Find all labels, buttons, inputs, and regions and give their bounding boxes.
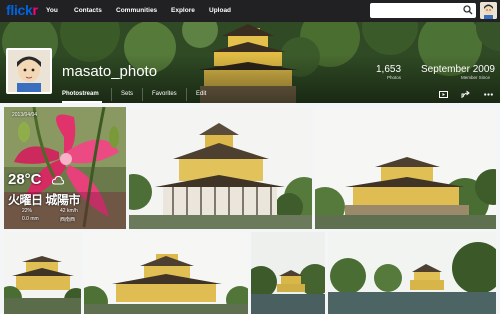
- weather-wind-speed: 42 km/h: [60, 208, 78, 214]
- photos-count-label: Photos: [387, 75, 402, 80]
- photo-kinkakuji-6[interactable]: [328, 232, 496, 314]
- top-nav: flickr You Contacts Communities Explore …: [0, 0, 500, 22]
- weather-rain: 0.0 mm: [22, 216, 39, 222]
- user-avatar-small[interactable]: [480, 2, 497, 19]
- photo-kinkakuji-5[interactable]: [251, 232, 325, 314]
- tab-edit[interactable]: Edit: [196, 91, 206, 97]
- share-icon[interactable]: [461, 90, 470, 99]
- profile-username: masato_photo: [62, 63, 158, 80]
- photos-count: 1,653: [376, 64, 402, 75]
- weather-date: 2013/04/04: [12, 112, 38, 118]
- member-since: September 2009: [421, 64, 495, 75]
- tab-sets[interactable]: Sets: [121, 91, 133, 97]
- photo-kinkakuji-3[interactable]: [4, 232, 81, 314]
- nav-item-you[interactable]: You: [46, 7, 58, 14]
- subnav-divider: [142, 88, 143, 101]
- nav-item-explore[interactable]: Explore: [171, 7, 195, 14]
- tab-photostream[interactable]: Photostream: [62, 91, 99, 97]
- tab-favorites[interactable]: Favorites: [152, 91, 177, 97]
- subnav-divider: [186, 88, 187, 101]
- subnav-divider: [111, 88, 112, 101]
- weather-cloud-icon: [52, 175, 64, 185]
- nav-item-upload[interactable]: Upload: [209, 7, 231, 14]
- slideshow-icon[interactable]: [439, 90, 448, 99]
- search-input[interactable]: [370, 3, 476, 18]
- weather-wind-direction: 西南西: [60, 217, 76, 223]
- member-since-label: Member Since: [461, 75, 491, 80]
- weather-temperature: 28°C: [8, 171, 42, 188]
- photo-kinkakuji-1[interactable]: [129, 107, 312, 229]
- nav-item-communities[interactable]: Communities: [116, 7, 157, 14]
- photo-kinkakuji-2[interactable]: [315, 107, 496, 229]
- weather-day-place: 火曜日 城陽市: [8, 193, 80, 207]
- photo-weather-flower[interactable]: 2013/04/04 28°C 火曜日 城陽市 22% 42 km/h 0.0 …: [4, 107, 126, 229]
- active-tab-indicator: [62, 101, 102, 103]
- nav-item-contacts[interactable]: Contacts: [74, 7, 102, 14]
- weather-humidity: 22%: [22, 208, 33, 214]
- more-options-icon[interactable]: [484, 90, 493, 99]
- photo-kinkakuji-4[interactable]: [84, 232, 248, 314]
- flickr-logo[interactable]: flickr: [6, 2, 38, 18]
- search-icon[interactable]: [463, 5, 473, 15]
